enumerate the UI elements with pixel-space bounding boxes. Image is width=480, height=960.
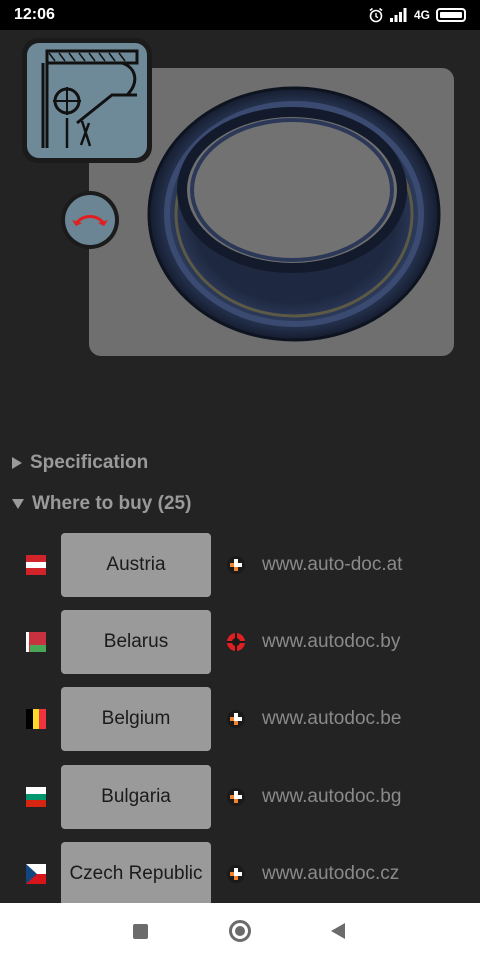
autodoc-logo-icon [227, 865, 245, 883]
oil-seal-diagram-icon[interactable] [22, 38, 152, 163]
shop-row-austria: Austria www.auto-doc.at [0, 533, 480, 597]
autodoc-logo-icon [227, 788, 245, 806]
shop-link-belgium[interactable]: www.autodoc.be [262, 687, 401, 751]
recents-square-icon[interactable] [133, 924, 148, 939]
product-details-screen[interactable]: Specification Where to buy (25) Austria … [0, 30, 480, 903]
country-button-belarus[interactable]: Belarus [61, 610, 211, 674]
shop-link-austria[interactable]: www.auto-doc.at [262, 533, 402, 597]
shop-row-bulgaria: Bulgaria www.autodoc.bg [0, 765, 480, 829]
country-button-austria[interactable]: Austria [61, 533, 211, 597]
status-bar: 12:06 4G [0, 0, 480, 30]
home-circle-icon[interactable] [229, 920, 251, 942]
belarus-flag-icon [26, 632, 46, 652]
specification-section-toggle[interactable]: Specification [12, 452, 148, 474]
where-to-buy-section-toggle[interactable]: Where to buy (25) [12, 493, 191, 515]
network-type: 4G [413, 8, 430, 22]
shop-link-belarus[interactable]: www.autodoc.by [262, 610, 400, 674]
shop-row-belarus: Belarus www.autodoc.by [0, 610, 480, 674]
country-button-bulgaria[interactable]: Bulgaria [61, 765, 211, 829]
shop-link-bulgaria[interactable]: www.autodoc.bg [262, 765, 401, 829]
specification-label: Specification [30, 452, 149, 473]
rotate-arrows-icon [72, 215, 108, 226]
battery-icon [436, 8, 466, 22]
autodoc-logo-icon [227, 556, 245, 574]
austria-flag-icon [26, 555, 46, 575]
status-time: 12:06 [14, 6, 55, 23]
shop-row-czech-republic: Czech Republic www.autodoc.cz [0, 842, 480, 903]
belgium-flag-icon [26, 709, 46, 729]
collapse-arrow-icon [12, 499, 24, 509]
expand-arrow-icon [12, 457, 22, 469]
where-to-buy-label: Where to buy (25) [32, 493, 192, 514]
bulgaria-flag-icon [26, 787, 46, 807]
alarm-icon [369, 7, 383, 23]
country-button-czech-republic[interactable]: Czech Republic [61, 842, 211, 903]
country-button-belgium[interactable]: Belgium [61, 687, 211, 751]
shop-row-belgium: Belgium www.autodoc.be [0, 687, 480, 751]
rotate-button[interactable] [61, 191, 119, 249]
shop-link-czech-republic[interactable]: www.autodoc.cz [262, 842, 399, 903]
autodoc-red-logo-icon [227, 633, 245, 651]
back-triangle-icon[interactable] [331, 923, 345, 939]
autodoc-logo-icon [227, 710, 245, 728]
navigation-bar [0, 903, 480, 960]
status-icons: 4G [368, 7, 466, 23]
signal-icon [389, 8, 407, 22]
czech-flag-icon [26, 864, 46, 884]
